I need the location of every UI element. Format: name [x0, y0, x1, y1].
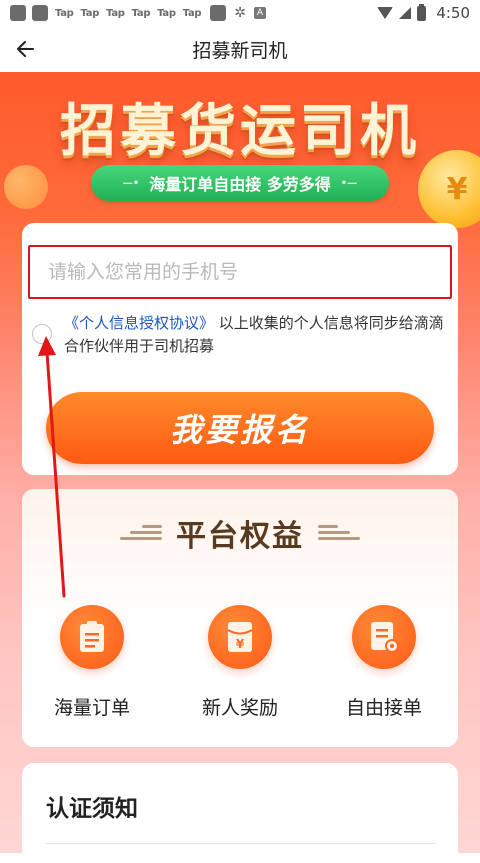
coin-decoration-icon	[4, 165, 48, 209]
banner-pill-text: 海量订单自由接 多劳多得	[149, 175, 331, 194]
notification-icon	[210, 5, 227, 21]
status-bar: Tap Tap Tap Tap Tap Tap ✲ A 4:50	[0, 0, 480, 26]
banner-pill: —• 海量订单自由接 多劳多得 •—	[91, 165, 389, 201]
tap-notification-icon: Tap	[131, 7, 151, 19]
phone-input[interactable]	[28, 245, 452, 299]
benefit-label: 新人奖励	[201, 697, 278, 719]
tap-notification-icon: Tap	[182, 7, 202, 19]
notification-icon	[32, 5, 48, 21]
pill-decoration-icon: —•	[122, 177, 140, 189]
benefit-item: 海量订单	[32, 605, 152, 720]
banner-title: 招募货运司机	[60, 99, 420, 164]
battery-icon	[417, 3, 427, 21]
status-right: 4:50	[377, 0, 470, 26]
app-bar: 招募新司机	[0, 26, 480, 72]
signup-form-card: 《个人信息授权协议》 以上收集的个人信息将同步给滴滴合作伙伴用于司机招募 我要报…	[22, 223, 458, 475]
notification-icon	[10, 5, 26, 21]
benefit-item: 自由接单	[324, 605, 444, 720]
benefit-label: 海量订单	[53, 697, 130, 719]
svg-text:¥: ¥	[236, 637, 245, 651]
document-icon	[352, 605, 416, 669]
clipboard-icon	[60, 605, 124, 669]
pill-decoration-icon: •—	[340, 177, 358, 189]
divider	[46, 843, 436, 844]
signal-icon	[399, 7, 412, 19]
coin-symbol: ¥	[446, 171, 468, 207]
cert-title: 认证须知	[46, 796, 138, 822]
red-envelope-icon: ¥	[208, 605, 272, 669]
benefits-card: 平台权益 海量订单 ¥ 新人奖励 自由接单	[22, 489, 458, 747]
page-title: 招募新司机	[192, 39, 288, 62]
tap-notification-icon: Tap	[55, 7, 74, 19]
signup-button[interactable]: 我要报名	[46, 392, 434, 464]
tap-notification-icon: Tap	[80, 7, 100, 19]
a-badge-icon: A	[254, 7, 267, 19]
agreement-text: 《个人信息授权协议》 以上收集的个人信息将同步给滴滴合作伙伴用于司机招募	[64, 312, 454, 358]
bug-icon: ✲	[234, 5, 247, 21]
benefit-label: 自由接单	[345, 697, 422, 719]
tap-notification-icon: Tap	[106, 7, 125, 19]
tap-notification-icon: Tap	[157, 7, 176, 19]
agreement-checkbox[interactable]	[32, 324, 52, 344]
benefit-item: ¥ 新人奖励	[180, 605, 300, 720]
wifi-icon	[377, 7, 394, 19]
title-decoration	[318, 525, 368, 541]
arrow-left-icon	[17, 41, 34, 57]
back-button[interactable]	[10, 34, 40, 64]
benefits-title: 平台权益	[176, 519, 304, 554]
status-time: 4:50	[436, 4, 470, 22]
privacy-agreement-link[interactable]: 《个人信息授权协议》	[64, 314, 214, 332]
cert-card: 认证须知	[22, 763, 458, 863]
